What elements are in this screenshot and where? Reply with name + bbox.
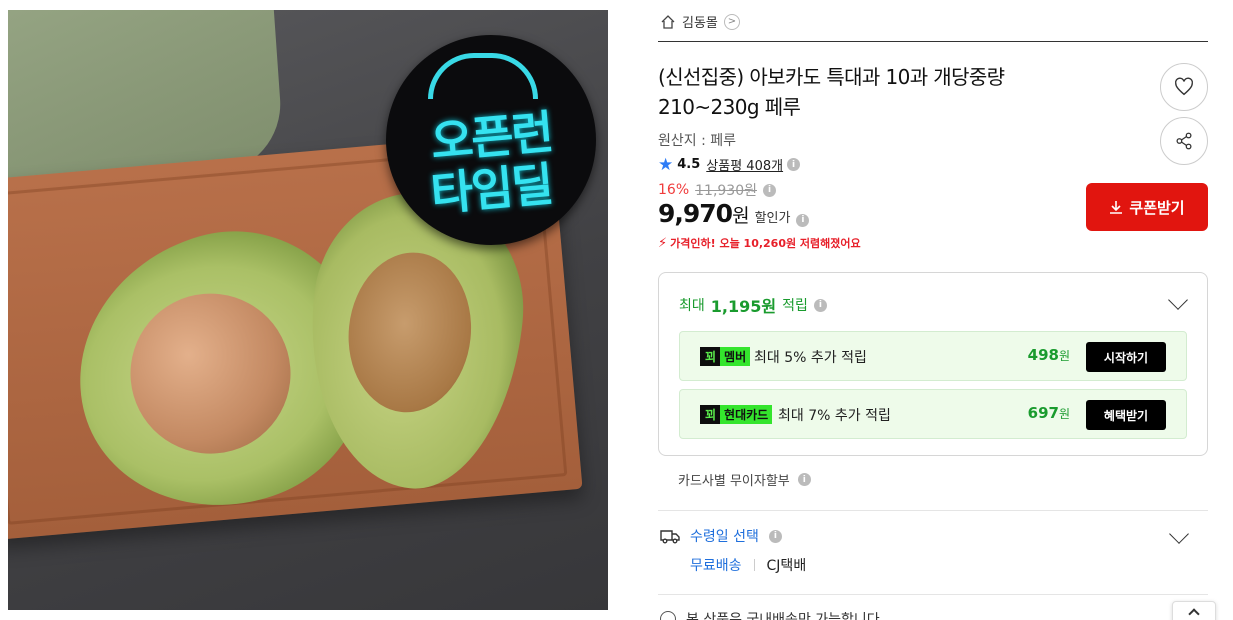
bonus-text: 최대 5% 추가 적립 (754, 350, 867, 366)
store-name[interactable]: 김동몰 (682, 12, 718, 31)
card-tag: 꾀 현대카드 (700, 405, 773, 424)
shipping-row: 무료배송 CJ택배 (690, 555, 806, 575)
points-panel: 최대 1,195원 적립 i 꾀 멤버 최대 5% 추가 적립 498원 시작하기… (658, 272, 1208, 456)
price-row: 9,970원 할인가 i (658, 199, 810, 228)
bonus-amount: 498원 (1027, 346, 1070, 364)
chevron-up-icon (1188, 608, 1200, 620)
divider (658, 510, 1208, 511)
price-drop-text: 가격인하! 오늘 10,260원 저렴해졌어요 (670, 237, 861, 250)
info-icon[interactable]: i (768, 529, 782, 543)
installment-text: 카드사별 무이자할부 (678, 474, 790, 489)
info-icon[interactable]: i (813, 298, 827, 312)
download-icon (1110, 201, 1123, 214)
max-points-amount: 1,195원 (710, 297, 777, 316)
alarm-clock-icon (428, 53, 538, 99)
chevron-down-icon[interactable] (1169, 524, 1189, 544)
product-info: 김동몰 > (신선집중) 아보카도 특대과 10과 개당중량 210~230g … (658, 0, 1208, 620)
start-membership-button[interactable]: 시작하기 (1086, 342, 1166, 372)
delivery-date-select[interactable]: 수령일 선택 i (660, 526, 782, 546)
member-tag: 꾀 멤버 (700, 347, 751, 366)
product-image[interactable]: 오픈런 타임딜 (8, 10, 608, 610)
discount-rate: 16% (658, 182, 690, 198)
share-button[interactable] (1160, 117, 1208, 165)
product-title: (신선집중) 아보카도 특대과 10과 개당중량 210~230g 페루 (658, 65, 1005, 119)
installment-info[interactable]: 카드사별 무이자할부 i (678, 470, 811, 489)
share-icon (1176, 132, 1192, 150)
info-icon[interactable]: i (796, 213, 810, 227)
origin-info: 원산지 : 페루 (658, 133, 737, 149)
info-icon[interactable]: i (763, 183, 776, 197)
price-drop-notice: ⚡ 가격인하! 오늘 10,260원 저렴해졌어요 (658, 235, 861, 251)
chevron-right-icon[interactable]: > (723, 13, 740, 30)
original-price: 11,930원 (695, 183, 757, 199)
get-benefit-button[interactable]: 혜택받기 (1086, 400, 1166, 430)
heart-icon (1175, 77, 1193, 96)
info-icon[interactable]: i (787, 158, 801, 171)
bonus-text: 최대 7% 추가 적립 (778, 408, 891, 424)
home-icon (661, 14, 675, 29)
timedeal-badge: 오픈런 타임딜 (386, 35, 596, 245)
scroll-to-top-button[interactable] (1172, 601, 1216, 620)
breadcrumb[interactable]: 김동몰 > (660, 12, 740, 31)
wishlist-button[interactable] (1160, 63, 1208, 111)
review-count-link[interactable]: 상품평 408개 (706, 155, 783, 174)
globe-icon (660, 611, 676, 620)
chevron-down-icon[interactable] (1168, 290, 1188, 310)
divider (658, 594, 1208, 595)
star-icon: ★ (658, 154, 674, 175)
rating-score: 4.5 (677, 157, 701, 172)
coupon-label: 쿠폰받기 (1129, 198, 1185, 217)
free-shipping: 무료배송 (690, 558, 742, 574)
delivery-title: 수령일 선택 (690, 529, 759, 545)
truck-icon (660, 530, 680, 544)
domestic-shipping-notice: 본 상품은 국내배송만 가능합니다. (660, 609, 884, 620)
max-points: 최대 1,195원 적립 i (679, 293, 827, 317)
card-bonus: 꾀 현대카드 최대 7% 추가 적립 697원 혜택받기 (679, 389, 1187, 439)
divider (658, 41, 1208, 42)
member-bonus: 꾀 멤버 최대 5% 추가 적립 498원 시작하기 (679, 331, 1187, 381)
discount-row: 16% 11,930원 i (658, 180, 776, 200)
domestic-shipping-text: 본 상품은 국내배송만 가능합니다. (686, 612, 885, 620)
carrier: CJ택배 (766, 558, 807, 574)
separator (753, 559, 755, 571)
bonus-amount: 697원 (1027, 404, 1070, 422)
coupon-button[interactable]: 쿠폰받기 (1086, 183, 1208, 231)
price-down-icon: ⚡ (658, 235, 668, 251)
rating-row: ★ 4.5 상품평 408개 i (658, 154, 801, 175)
info-icon[interactable]: i (797, 473, 811, 486)
sale-price-label: 할인가 (754, 211, 791, 226)
sale-price: 9,970원 (658, 199, 750, 228)
